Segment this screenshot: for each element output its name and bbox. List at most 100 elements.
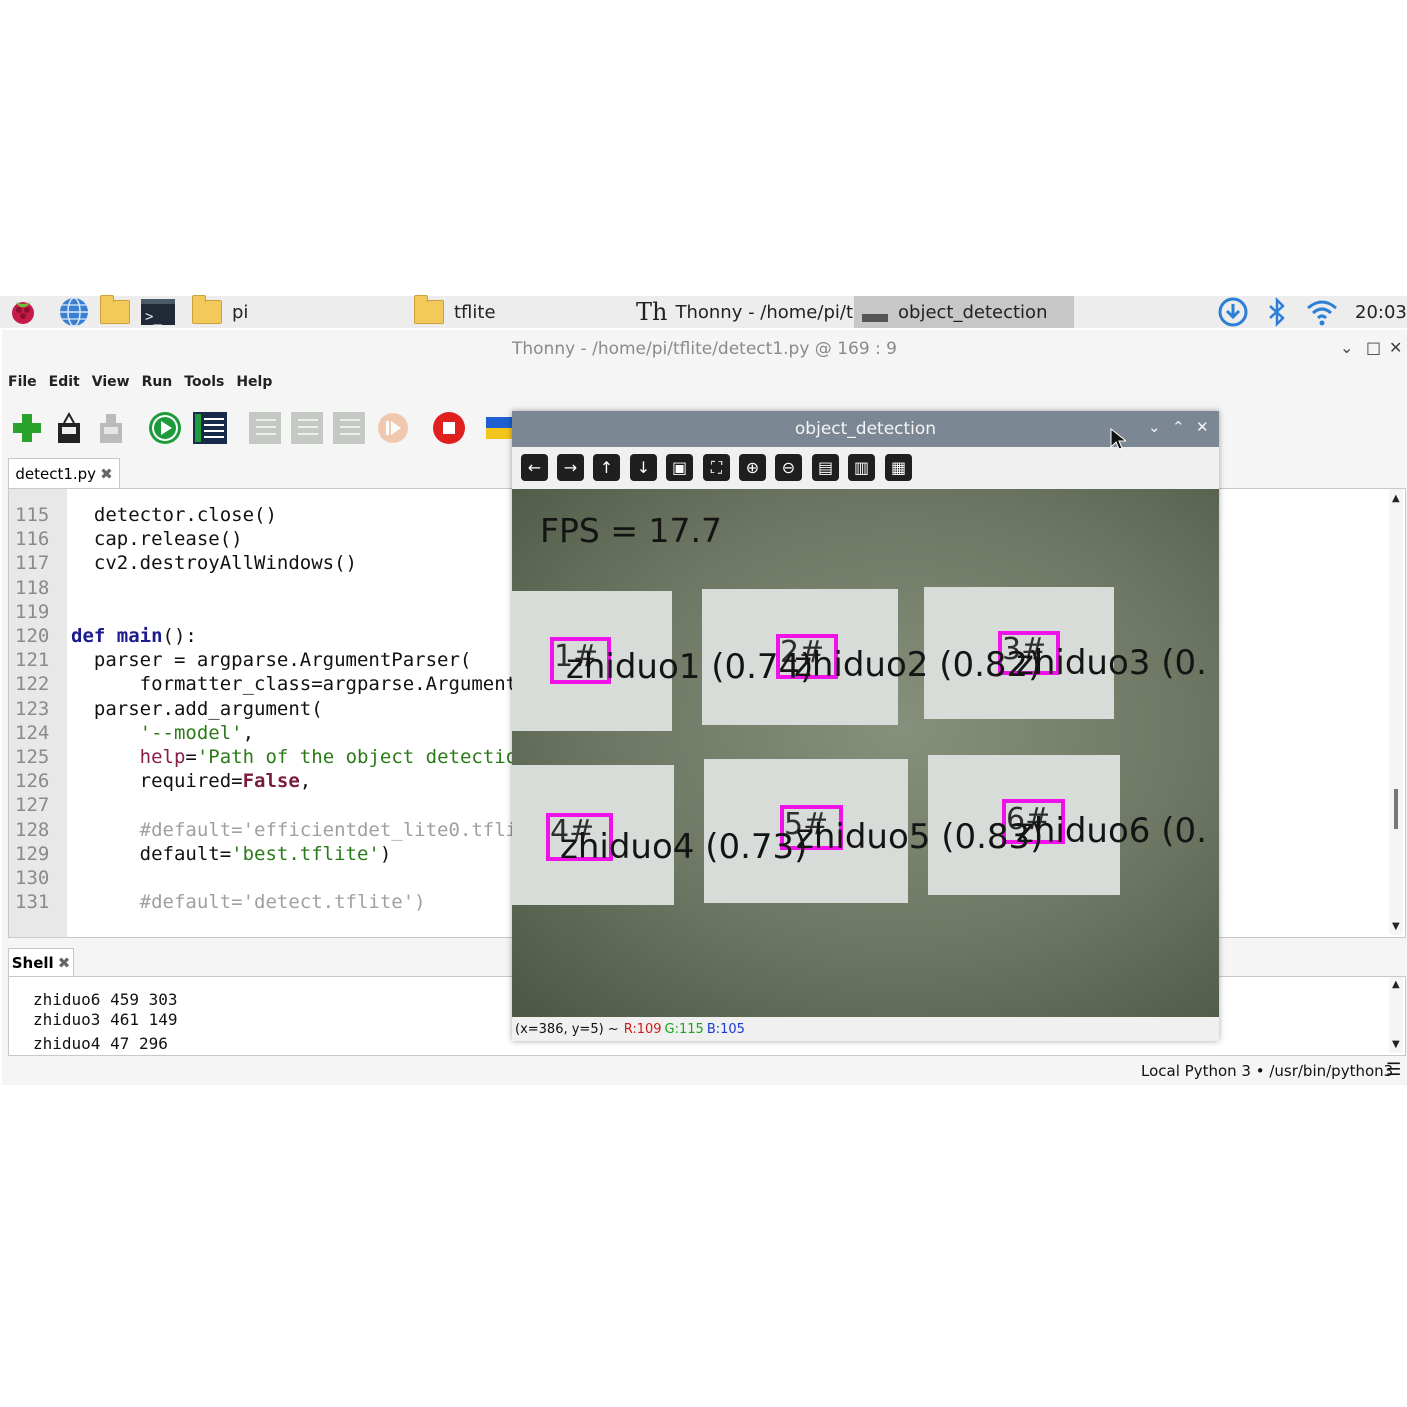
terminal-icon[interactable]: >_ xyxy=(140,296,176,328)
pan-right-icon[interactable]: → xyxy=(557,454,584,481)
code-token: , xyxy=(299,770,312,793)
zoom-original-icon[interactable]: ▣ xyxy=(666,454,693,481)
od-toolbar: ← → ↑ ↓ ▣ ⛶ ⊕ ⊖ ▤ ▥ ▦ xyxy=(512,447,1219,489)
menu-edit[interactable]: Edit xyxy=(49,374,80,396)
shell-tab-label: Shell xyxy=(11,954,54,972)
browser-globe-icon[interactable] xyxy=(56,296,92,328)
taskbar-thonny-label: Thonny - /home/pi/t.. xyxy=(675,301,865,323)
taskbar-thonny[interactable]: Th Thonny - /home/pi/t.. xyxy=(636,296,864,328)
scroll-down-arrow-icon[interactable]: ▼ xyxy=(1392,1039,1400,1050)
taskbar-folder-tflite[interactable]: tflite xyxy=(414,295,496,328)
taskbar-object-detection[interactable]: object_detection xyxy=(854,296,1074,328)
detection-label: zhiduo4 (0.73) xyxy=(560,827,808,867)
code-line[interactable]: def main(): xyxy=(71,624,197,648)
cursor-coords: (x=386, y=5) ~ xyxy=(515,1021,619,1037)
code-token: False xyxy=(242,770,300,793)
maximize-button[interactable]: □ xyxy=(1366,338,1381,357)
update-download-icon[interactable] xyxy=(1216,296,1250,328)
thonny-logo-icon: Th xyxy=(636,298,668,326)
step-out-button[interactable] xyxy=(332,411,366,445)
editor-scrollbar[interactable]: ▲ ▼ xyxy=(1389,489,1403,935)
line-number: 119 xyxy=(15,600,50,623)
od-maximize-button[interactable]: ⌃ xyxy=(1172,418,1185,436)
resume-button[interactable] xyxy=(376,411,410,445)
code-line[interactable]: #default='detect.tflite') xyxy=(71,890,426,914)
new-file-button[interactable] xyxy=(10,411,44,445)
debug-button[interactable] xyxy=(192,411,227,445)
line-number: 118 xyxy=(15,576,50,599)
od-minimize-button[interactable]: ⌄ xyxy=(1148,418,1161,436)
menu-view[interactable]: View xyxy=(92,374,130,396)
tab-detect1-py[interactable]: detect1.py ✖ xyxy=(8,458,120,489)
file-manager-icon[interactable] xyxy=(100,295,130,328)
bluetooth-icon[interactable] xyxy=(1266,296,1288,328)
code-line[interactable]: required=False, xyxy=(71,769,312,793)
scroll-up-arrow-icon[interactable]: ▲ xyxy=(1392,493,1400,504)
fps-readout: FPS = 17.7 xyxy=(540,511,722,550)
shell-tab-close-icon[interactable]: ✖ xyxy=(58,954,71,972)
clock[interactable]: 20:03 xyxy=(1355,296,1407,328)
menu-file[interactable]: File xyxy=(8,374,37,396)
code-token: parser = argparse.ArgumentParser( xyxy=(71,649,472,672)
code-token: help xyxy=(139,746,186,768)
save-file-button[interactable] xyxy=(94,411,128,445)
od-window-title: object_detection xyxy=(794,419,937,439)
code-line[interactable]: #default='efficientdet_lite0.tflite') xyxy=(71,818,563,842)
copy-clipboard-icon[interactable]: ▥ xyxy=(848,454,875,481)
run-button[interactable] xyxy=(148,411,182,445)
step-into-button[interactable] xyxy=(290,411,324,445)
pan-left-icon[interactable]: ← xyxy=(521,454,548,481)
save-image-icon[interactable]: ▤ xyxy=(812,454,839,481)
scrollbar-thumb[interactable] xyxy=(1394,789,1398,829)
code-line[interactable]: detector.close() xyxy=(71,503,277,527)
scroll-up-arrow-icon[interactable]: ▲ xyxy=(1392,979,1400,990)
stop-button[interactable] xyxy=(432,411,466,445)
shell-scrollbar[interactable]: ▲ ▼ xyxy=(1389,977,1403,1053)
tab-shell[interactable]: Shell ✖ xyxy=(8,948,74,977)
od-statusbar: (x=386, y=5) ~ R:109 G:115 B:105 xyxy=(512,1017,1222,1041)
code-token: detector.close() xyxy=(71,504,277,526)
zoom-fit-icon[interactable]: ⛶ xyxy=(703,454,730,481)
od-close-button[interactable]: ✕ xyxy=(1196,418,1209,436)
open-file-button[interactable] xyxy=(52,411,86,445)
code-line[interactable]: cap.release() xyxy=(71,527,243,551)
code-line[interactable]: parser = argparse.ArgumentParser( xyxy=(71,648,472,672)
code-line[interactable]: '--model', xyxy=(71,721,254,745)
code-token: '--model' xyxy=(139,721,243,744)
pixel-r-value: R:109 xyxy=(623,1021,662,1037)
detection-label: zhiduo6 (0. xyxy=(1016,811,1207,851)
interpreter-selector[interactable]: Local Python 3 • /usr/bin/python3 xyxy=(1141,1062,1393,1080)
properties-icon[interactable]: ▦ xyxy=(885,454,912,481)
code-token: def xyxy=(71,625,117,647)
taskbar-folder-pi-label: pi xyxy=(232,301,249,323)
code-token: required= xyxy=(71,770,243,793)
scroll-down-arrow-icon[interactable]: ▼ xyxy=(1392,921,1400,932)
tab-close-icon[interactable]: ✖ xyxy=(100,465,113,483)
raspberry-menu-icon[interactable] xyxy=(6,296,40,328)
zoom-in-icon[interactable]: ⊕ xyxy=(739,454,766,481)
pan-down-icon[interactable]: ↓ xyxy=(630,454,657,481)
zoom-out-icon[interactable]: ⊖ xyxy=(775,454,802,481)
thonny-titlebar: Thonny - /home/pi/tflite/detect1.py @ 16… xyxy=(2,330,1407,368)
taskbar-folder-pi[interactable]: pi xyxy=(192,295,249,328)
hamburger-menu-icon[interactable]: ☰ xyxy=(1386,1060,1401,1080)
shell-clipped-line xyxy=(33,977,213,979)
menu-run[interactable]: Run xyxy=(142,374,173,396)
taskbar-object-detection-label: object_detection xyxy=(898,301,1048,323)
menu-tools[interactable]: Tools xyxy=(184,374,224,396)
support-ukraine-flag-icon[interactable] xyxy=(486,411,512,445)
code-line[interactable]: parser.add_argument( xyxy=(71,697,323,721)
camera-frame[interactable]: 1# 2# 3# 4# 5# 6# zhiduo1 (0.74) zhiduo2… xyxy=(512,489,1219,1017)
line-number: 130 xyxy=(15,867,50,889)
wifi-icon[interactable] xyxy=(1304,296,1340,328)
minimize-button[interactable]: ⌄ xyxy=(1340,338,1353,357)
menu-help[interactable]: Help xyxy=(236,374,272,396)
close-button[interactable]: ✕ xyxy=(1389,338,1402,357)
menubar: File Edit View Run Tools Help xyxy=(2,374,278,396)
pan-up-icon[interactable]: ↑ xyxy=(593,454,620,481)
step-over-button[interactable] xyxy=(248,411,282,445)
status-bar: Local Python 3 • /usr/bin/python3 ☰ xyxy=(2,1060,1407,1084)
code-line[interactable]: cv2.destroyAllWindows() xyxy=(71,551,357,575)
code-line[interactable]: default='best.tflite') xyxy=(71,842,392,866)
